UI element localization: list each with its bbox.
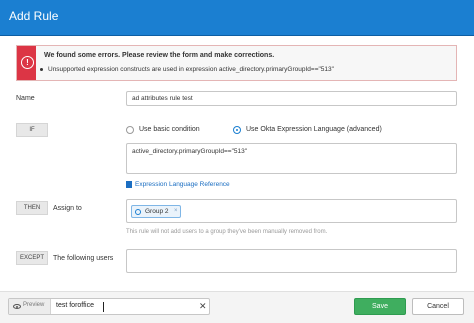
dialog-titlebar: Add Rule: [0, 0, 474, 36]
group-chip-label: Group 2: [145, 208, 169, 215]
error-box: ! We found some errors. Please review th…: [16, 45, 457, 81]
except-tag: EXCEPT: [16, 251, 48, 265]
expression-textarea[interactable]: active_directory.primaryGroupId=="513": [126, 143, 457, 174]
error-item: Unsupported expression constructs are us…: [48, 66, 334, 73]
assign-to-label: Assign to: [53, 205, 82, 212]
error-icon: !: [21, 56, 34, 69]
preview-field[interactable]: Preview test foroffice ✕: [8, 298, 210, 315]
then-tag: THEN: [16, 201, 48, 215]
save-button[interactable]: Save: [354, 298, 406, 315]
dialog-title: Add Rule: [9, 9, 59, 23]
titlebar-divider: [0, 35, 474, 36]
expression-value: active_directory.primaryGroupId=="513": [132, 148, 248, 155]
error-stripe: !: [17, 46, 36, 80]
expression-reference-link[interactable]: Expression Language Reference: [135, 181, 230, 188]
group-chip: Group 2 ×: [131, 205, 181, 218]
name-input[interactable]: ad attributes rule test: [126, 91, 457, 106]
preview-tab: Preview: [9, 299, 51, 314]
except-label: The following users: [53, 255, 114, 262]
error-bullet: [40, 68, 43, 71]
preview-label: Preview: [23, 302, 45, 308]
radio-expression-label: Use Okta Expression Language (advanced): [246, 126, 382, 133]
name-label: Name: [16, 95, 35, 102]
radio-expression-language[interactable]: [233, 126, 241, 134]
error-heading: We found some errors. Please review the …: [44, 52, 275, 59]
clear-icon[interactable]: ✕: [199, 301, 207, 312]
assign-note: This rule will not add users to a group …: [126, 229, 328, 235]
radio-basic-condition[interactable]: [126, 126, 134, 134]
assign-group-input[interactable]: Group 2 ×: [126, 199, 457, 223]
radio-basic-label: Use basic condition: [139, 126, 200, 133]
text-cursor: [103, 302, 104, 312]
cancel-button[interactable]: Cancel: [412, 298, 464, 315]
group-chip-remove[interactable]: ×: [174, 208, 178, 214]
group-icon: [135, 209, 141, 215]
document-icon: [126, 181, 132, 188]
name-input-value: ad attributes rule test: [132, 95, 193, 102]
except-users-input[interactable]: [126, 249, 457, 273]
eye-icon: [13, 304, 21, 309]
if-tag: IF: [16, 123, 48, 137]
preview-value: test foroffice: [56, 302, 95, 309]
